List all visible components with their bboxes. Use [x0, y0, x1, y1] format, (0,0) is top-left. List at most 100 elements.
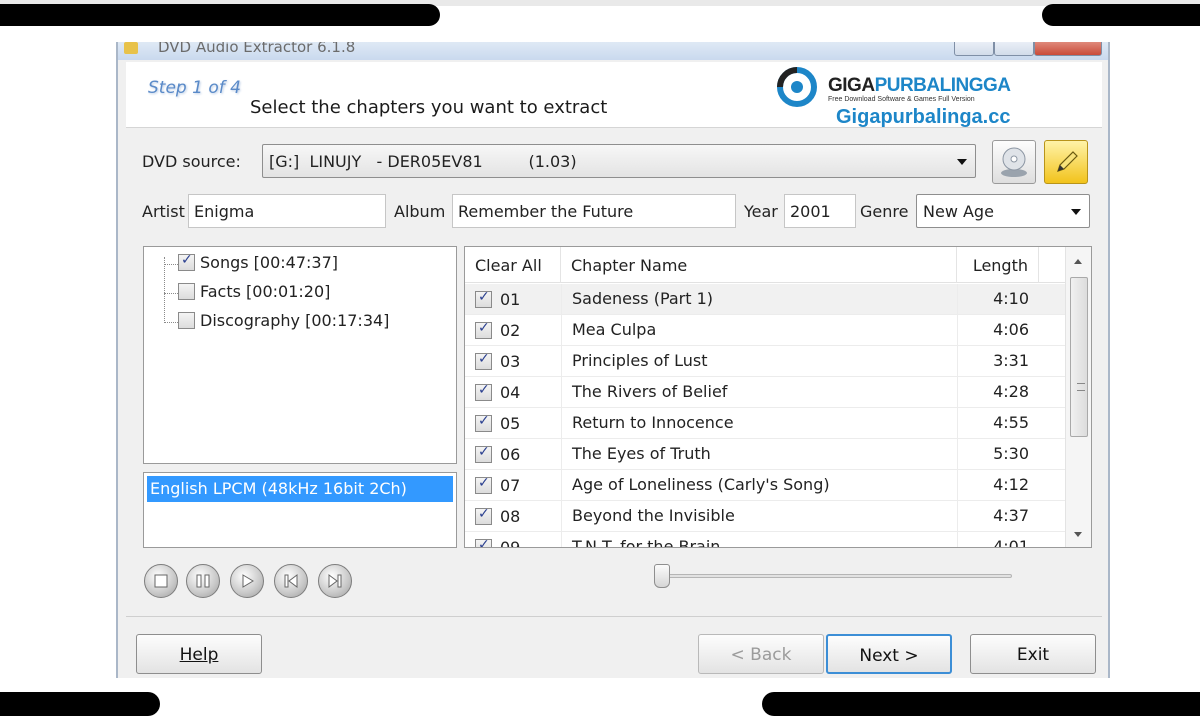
frame-bar [0, 692, 160, 716]
checkbox[interactable] [475, 351, 492, 370]
chevron-down-icon [1071, 209, 1081, 215]
checkbox[interactable] [475, 382, 492, 401]
scrollbar-thumb[interactable] [1070, 277, 1088, 437]
next-chapter-button[interactable] [318, 564, 352, 598]
playback-position-slider[interactable] [654, 564, 670, 588]
tree-item-songs[interactable]: Songs [00:47:37] [178, 252, 339, 272]
previous-button[interactable] [274, 564, 308, 598]
app-icon [124, 42, 138, 54]
watermark-name: GIGAPURBALINGGA [828, 75, 1011, 97]
checkbox[interactable] [178, 252, 195, 271]
tree-item-facts[interactable]: Facts [00:01:20] [178, 282, 330, 301]
table-header: Clear All Chapter Name Length [465, 247, 1065, 283]
album-label: Album [394, 202, 446, 221]
chapter-name: Beyond the Invisible [561, 501, 957, 532]
window-title: DVD Audio Extractor 6.1.8 [158, 42, 356, 56]
year-field[interactable]: 2001 [784, 194, 856, 228]
stop-button[interactable] [144, 564, 178, 598]
tree-item-label: Songs [00:47:37] [200, 253, 339, 272]
table-row[interactable]: 08 Beyond the Invisible4:37 [465, 501, 1065, 532]
watermark-name-part2: PURBALINGGA [874, 75, 1011, 96]
chapter-table: Clear All Chapter Name Length 01 Sadeness… [464, 246, 1092, 548]
checkbox[interactable] [178, 312, 195, 329]
chapter-number-cell: 02 [465, 315, 561, 346]
chapter-number: 07 [500, 476, 521, 495]
chapter-number-cell: 04 [465, 377, 561, 408]
stop-icon [154, 574, 168, 588]
album-field[interactable]: Remember the Future [452, 194, 736, 228]
app-window: DVD Audio Extractor 6.1.8 Step 1 of 4 Se… [116, 42, 1110, 678]
scroll-up-arrow-icon[interactable] [1074, 259, 1082, 264]
chapter-name: Mea Culpa [561, 315, 957, 346]
column-header-chapter-name[interactable]: Chapter Name [561, 247, 957, 283]
chapter-name: T.N.T. for the Brain [561, 532, 957, 547]
chapter-length: 3:31 [957, 346, 1039, 377]
next-button[interactable]: Next > [826, 634, 952, 674]
tree-item-label: Discography [00:17:34] [200, 311, 390, 330]
close-button[interactable] [1034, 42, 1102, 56]
checkbox[interactable] [475, 506, 492, 525]
checkbox[interactable] [475, 320, 492, 339]
checkbox[interactable] [178, 283, 195, 300]
table-row[interactable]: 09 T.N.T. for the Brain4:01 [465, 532, 1065, 547]
edit-notes-button[interactable] [1044, 140, 1088, 184]
checkbox[interactable] [475, 444, 492, 463]
chapter-length: 5:30 [957, 439, 1039, 470]
checkbox[interactable] [475, 289, 492, 308]
maximize-button[interactable] [994, 42, 1034, 56]
table-row[interactable]: 06 The Eyes of Truth5:30 [465, 439, 1065, 470]
chevron-down-icon [957, 159, 967, 165]
chapter-length: 4:55 [957, 408, 1039, 439]
column-header-length[interactable]: Length [957, 247, 1039, 283]
clear-all-button[interactable]: Clear All [465, 247, 561, 283]
dvd-source-select[interactable]: [G:] LINUJY - DER05EV81 (1.03) [262, 144, 976, 178]
chapter-number: 06 [500, 445, 521, 464]
exit-button[interactable]: Exit [970, 634, 1096, 674]
play-button[interactable] [230, 564, 264, 598]
audio-stream-list: English LPCM (48kHz 16bit 2Ch) [143, 472, 457, 548]
table-row[interactable]: 07 Age of Loneliness (Carly's Song)4:12 [465, 470, 1065, 501]
checkbox[interactable] [475, 413, 492, 432]
chapter-number-cell: 06 [465, 439, 561, 470]
dvd-source-label: DVD source: [142, 152, 241, 171]
back-button[interactable]: < Back [698, 634, 824, 674]
tree-line [164, 322, 178, 323]
title-tree: Songs [00:47:37] Facts [00:01:20] Discog… [143, 246, 457, 464]
chapter-number-cell: 05 [465, 408, 561, 439]
watermark-tagline: Free Download Software & Games Full Vers… [828, 96, 975, 103]
exit-button-label: Exit [1016, 645, 1050, 665]
chapter-name: Principles of Lust [561, 346, 957, 377]
artist-field[interactable]: Enigma [188, 194, 386, 228]
genre-select[interactable]: New Age [916, 194, 1090, 228]
chapter-number-cell: 07 [465, 470, 561, 501]
scroll-down-arrow-icon[interactable] [1074, 532, 1082, 537]
page-title: Select the chapters you want to extract [250, 97, 608, 118]
chapter-name: The Rivers of Belief [561, 377, 957, 408]
back-button-label: < Back [730, 645, 792, 665]
table-row[interactable]: 01 Sadeness (Part 1)4:10 [465, 284, 1065, 315]
audio-stream-item[interactable]: English LPCM (48kHz 16bit 2Ch) [147, 476, 453, 502]
disc-drive-icon [1001, 147, 1027, 177]
wizard-header: Step 1 of 4 Select the chapters you want… [126, 62, 1102, 128]
table-row[interactable]: 05 Return to Innocence4:55 [465, 408, 1065, 439]
chapter-length: 4:01 [957, 532, 1039, 547]
table-row[interactable]: 02 Mea Culpa4:06 [465, 315, 1065, 346]
pause-button[interactable] [186, 564, 220, 598]
vertical-scrollbar[interactable] [1065, 247, 1091, 547]
open-disc-button[interactable] [992, 140, 1036, 184]
checkbox[interactable] [475, 475, 492, 494]
chapter-number: 02 [500, 321, 521, 340]
playback-position-track[interactable] [658, 574, 1012, 578]
table-row[interactable]: 04 The Rivers of Belief4:28 [465, 377, 1065, 408]
frame-bar [1042, 4, 1200, 26]
tree-item-discography[interactable]: Discography [00:17:34] [178, 311, 389, 330]
skip-back-icon [284, 574, 298, 588]
checkbox[interactable] [475, 537, 492, 547]
chapter-number-cell: 08 [465, 501, 561, 532]
chapter-number: 04 [500, 383, 521, 402]
minimize-button[interactable] [954, 42, 994, 56]
help-button[interactable]: Help [136, 634, 262, 674]
chapter-number-cell: 01 [465, 284, 561, 315]
chapter-length: 4:10 [957, 284, 1039, 315]
table-row[interactable]: 03 Principles of Lust3:31 [465, 346, 1065, 377]
